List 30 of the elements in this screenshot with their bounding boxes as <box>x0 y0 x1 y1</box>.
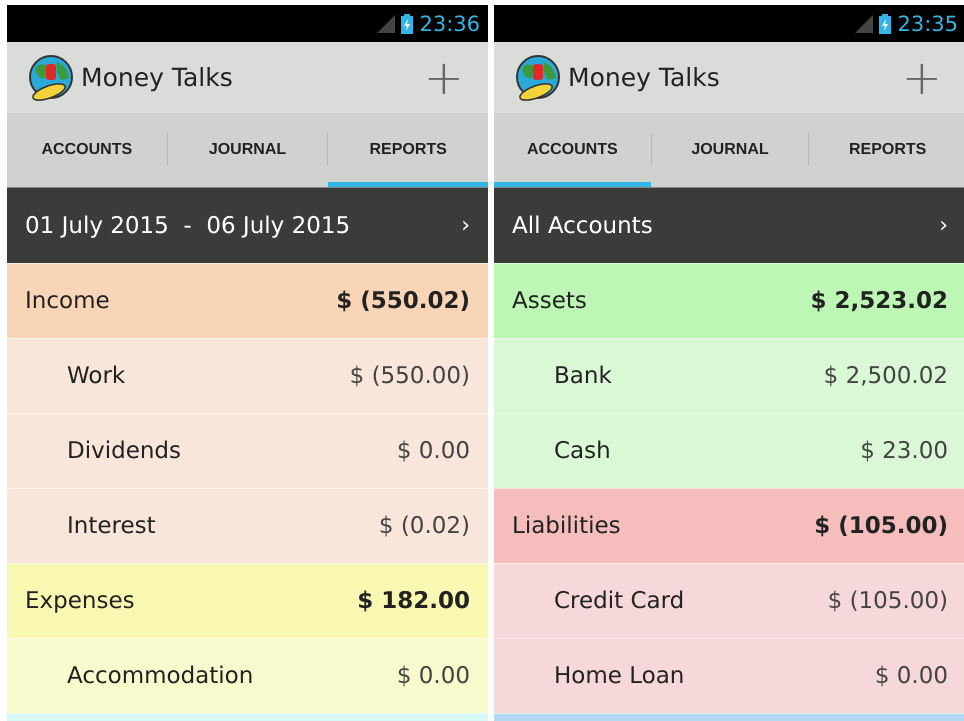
period-header[interactable]: 01 July 2015 - 06 July 2015 › <box>7 188 488 263</box>
app-title: Money Talks <box>568 63 721 92</box>
tab[interactable]: JOURNAL <box>168 113 328 187</box>
period-header[interactable]: All Accounts › <box>494 188 964 263</box>
app-title: Money Talks <box>81 63 234 92</box>
group-row[interactable]: Liabilities $ (105.00) <box>494 488 964 563</box>
add-button[interactable]: + <box>420 54 468 102</box>
account-row[interactable]: Dividends $ 0.00 <box>7 413 488 488</box>
signal-icon <box>377 14 396 32</box>
signal-icon <box>855 14 874 32</box>
account-row[interactable]: Home Loan $ 0.00 <box>494 638 964 713</box>
battery-icon <box>401 14 414 34</box>
account-row[interactable]: Cash $ 23.00 <box>494 413 964 488</box>
add-button[interactable]: + <box>898 54 946 102</box>
group-row[interactable]: Income $ (550.02) <box>7 263 488 338</box>
group-row[interactable]: Expenses $ 182.00 <box>7 563 488 638</box>
tab[interactable]: REPORTS <box>809 113 964 187</box>
account-row[interactable]: Accommodation $ 0.00 <box>7 638 488 713</box>
status-time: 23:36 <box>419 12 480 36</box>
account-row[interactable]: Interest $ (0.02) <box>7 488 488 563</box>
account-row[interactable]: Work $ (550.00) <box>7 338 488 413</box>
group-row[interactable]: Assets $ 2,523.02 <box>494 263 964 338</box>
battery-icon <box>879 14 892 34</box>
status-time: 23:35 <box>897 12 958 36</box>
account-row[interactable]: Bank $ 2,500.02 <box>494 338 964 413</box>
globe-logo-icon <box>27 54 75 102</box>
tab[interactable]: ACCOUNTS <box>7 113 167 187</box>
tab[interactable]: JOURNAL <box>652 113 808 187</box>
globe-logo-icon <box>514 54 562 102</box>
account-row[interactable]: Credit Card $ (105.00) <box>494 563 964 638</box>
